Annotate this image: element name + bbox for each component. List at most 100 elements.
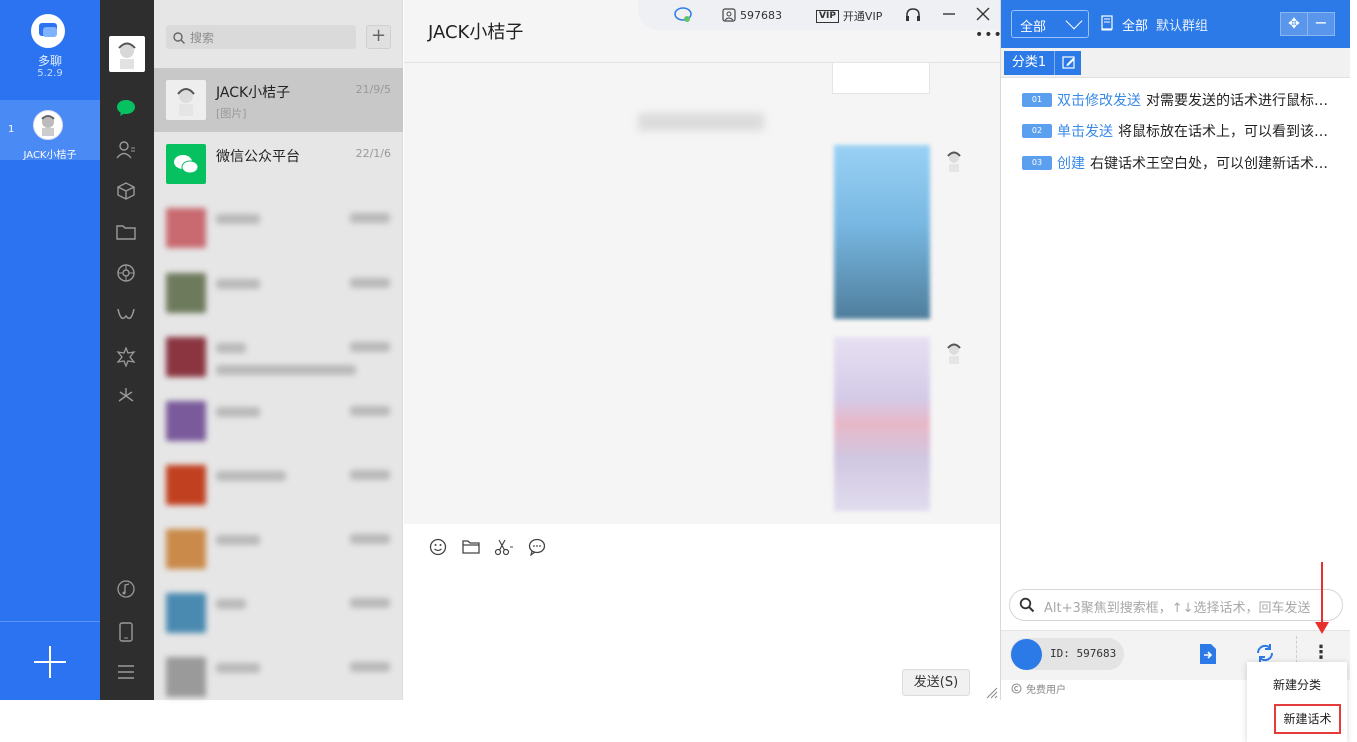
contact-avatar bbox=[166, 337, 206, 377]
move-arrows-icon[interactable]: ✥ bbox=[1280, 12, 1308, 36]
send-file-folder-icon[interactable] bbox=[461, 537, 481, 557]
menu-new-script[interactable]: 新建话术 bbox=[1274, 704, 1341, 734]
vip-upgrade-button[interactable]: VIP 开通VIP bbox=[816, 8, 882, 24]
image-message[interactable] bbox=[834, 145, 930, 319]
moments-icon[interactable] bbox=[115, 262, 137, 284]
files-folder-icon[interactable] bbox=[115, 221, 137, 243]
duoliao-logo-icon bbox=[31, 14, 65, 48]
chat-list-item[interactable] bbox=[154, 453, 403, 517]
account-name: JACK小桔子 bbox=[23, 150, 77, 161]
favorites-cube-icon[interactable] bbox=[115, 180, 137, 202]
message-bubble bbox=[832, 62, 930, 94]
chat-list-item[interactable]: 微信公众平台 22/1/6 bbox=[154, 132, 403, 196]
screenshot-scissors-icon[interactable] bbox=[494, 537, 514, 557]
group-default-tab[interactable]: 默认群组 bbox=[1156, 15, 1208, 34]
chat-title: JACK小桔子 bbox=[428, 22, 524, 43]
chat-list-item[interactable] bbox=[154, 325, 403, 389]
script-title: 双击修改发送 bbox=[1057, 93, 1141, 109]
category-tab[interactable]: 分类1 bbox=[1004, 51, 1054, 75]
minimize-window-icon[interactable] bbox=[942, 6, 956, 20]
edit-pencil-icon bbox=[1062, 56, 1075, 69]
message-preview: [图片] bbox=[216, 107, 247, 120]
chat-list-item[interactable] bbox=[154, 196, 403, 260]
contact-name: 微信公众平台 bbox=[216, 149, 300, 165]
script-title: 单击发送 bbox=[1057, 124, 1113, 140]
chat-list-item[interactable] bbox=[154, 517, 403, 581]
script-search-placeholder: Alt+3聚焦到搜索框，↑↓选择话术，回车发送 bbox=[1044, 601, 1311, 616]
chat-list-item[interactable] bbox=[154, 645, 403, 700]
user-id-badge[interactable]: 597683 bbox=[722, 8, 782, 22]
sync-refresh-icon[interactable] bbox=[1254, 642, 1276, 664]
account-index: 1 bbox=[8, 124, 15, 135]
edit-category-button[interactable] bbox=[1054, 51, 1081, 75]
chat-history-icon[interactable] bbox=[527, 537, 547, 557]
contact-avatar bbox=[166, 208, 206, 248]
contact-avatar bbox=[166, 657, 206, 697]
send-button[interactable]: 发送(S) bbox=[902, 669, 970, 696]
script-item[interactable]: 01 双击修改发送 对需要发送的话术进行鼠标… bbox=[1022, 89, 1342, 111]
script-content: 对需要发送的话术进行鼠标… bbox=[1146, 93, 1328, 109]
search-placeholder: 搜索 bbox=[190, 31, 215, 45]
new-chat-button[interactable]: + bbox=[366, 25, 391, 49]
music-player-icon[interactable] bbox=[115, 578, 137, 600]
free-user-status: 免费用户 bbox=[1011, 681, 1066, 696]
sender-avatar bbox=[940, 338, 968, 366]
sender-avatar bbox=[940, 146, 968, 174]
account-avatar[interactable] bbox=[33, 110, 63, 140]
search-discover-icon[interactable] bbox=[115, 346, 137, 368]
script-title: 创建 bbox=[1057, 156, 1085, 172]
user-id-label: ID: 597683 bbox=[1050, 647, 1117, 660]
vip-badge-icon: VIP bbox=[816, 9, 839, 23]
mini-programs-icon[interactable] bbox=[115, 385, 137, 407]
contact-avatar bbox=[166, 273, 206, 313]
more-vertical-icon[interactable]: ⋮ bbox=[1312, 642, 1330, 664]
export-file-icon[interactable] bbox=[1198, 643, 1218, 665]
guide-arrow-head-icon bbox=[1315, 622, 1329, 634]
wechat-avatar[interactable] bbox=[109, 36, 145, 72]
user-avatar bbox=[1011, 639, 1042, 670]
cloud-chat-icon[interactable] bbox=[673, 6, 693, 24]
phone-icon[interactable] bbox=[115, 621, 137, 643]
group-all-tab[interactable]: 全部 bbox=[1122, 15, 1148, 34]
script-item[interactable]: 03 创建 右键话术王空白处，可以创建新话术… bbox=[1022, 152, 1342, 174]
search-icon bbox=[172, 30, 186, 44]
emoji-icon[interactable] bbox=[428, 537, 448, 557]
wechat-official-icon bbox=[166, 144, 206, 184]
contact-avatar bbox=[166, 465, 206, 505]
chat-list-item[interactable]: JACK小桔子 [图片] 21/9/5 bbox=[154, 68, 403, 132]
book-icon bbox=[1100, 15, 1114, 31]
collapse-panel-button[interactable]: − bbox=[1307, 12, 1335, 36]
divider bbox=[0, 621, 100, 622]
scope-filter-select[interactable]: 全部 bbox=[1011, 10, 1089, 38]
contact-avatar bbox=[166, 593, 206, 633]
script-item[interactable]: 02 单击发送 将鼠标放在话术上，可以看到该… bbox=[1022, 120, 1342, 142]
script-content: 将鼠标放在话术上，可以看到该… bbox=[1118, 124, 1328, 140]
contact-avatar bbox=[166, 529, 206, 569]
channels-icon[interactable] bbox=[115, 305, 137, 327]
menu-new-category[interactable]: 新建分类 bbox=[1247, 672, 1347, 698]
contact-name: JACK小桔子 bbox=[216, 85, 291, 101]
search-icon bbox=[1019, 597, 1035, 613]
resize-grip-icon[interactable] bbox=[984, 684, 998, 699]
chat-list-item[interactable] bbox=[154, 261, 403, 325]
app-version: 5.2.9 bbox=[37, 68, 63, 79]
free-user-label: 免费用户 bbox=[1026, 685, 1066, 696]
contacts-icon[interactable] bbox=[115, 139, 137, 161]
app-name: 多聊 bbox=[37, 54, 62, 68]
chat-icon[interactable] bbox=[115, 97, 137, 119]
script-number: 01 bbox=[1022, 93, 1052, 107]
chat-list-item[interactable] bbox=[154, 581, 403, 645]
timestamp-chip bbox=[638, 113, 764, 131]
scope-filter-value: 全部 bbox=[1020, 20, 1047, 35]
customer-service-headset-icon[interactable] bbox=[904, 6, 922, 24]
message-date: 22/1/6 bbox=[355, 147, 391, 160]
chat-list-item[interactable] bbox=[154, 389, 403, 453]
add-account-button[interactable] bbox=[30, 642, 70, 682]
menu-hamburger-icon[interactable] bbox=[115, 661, 137, 683]
guide-arrow bbox=[1321, 562, 1323, 626]
script-content: 右键话术王空白处，可以创建新话术… bbox=[1090, 156, 1328, 172]
close-window-icon[interactable] bbox=[976, 7, 990, 21]
copyright-icon bbox=[1011, 683, 1022, 694]
contact-avatar bbox=[166, 80, 206, 120]
image-message[interactable] bbox=[834, 337, 930, 511]
